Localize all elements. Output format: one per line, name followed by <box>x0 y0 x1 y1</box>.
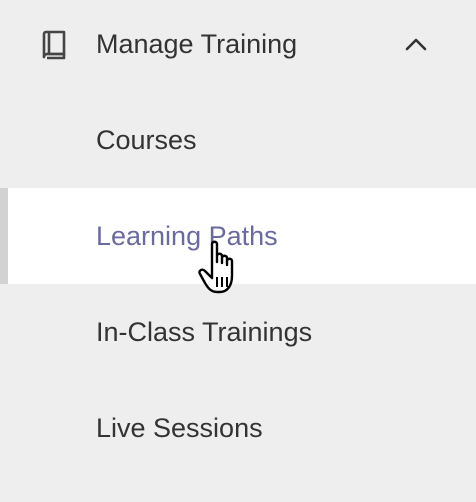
nav-item-label: Live Sessions <box>96 413 263 443</box>
nav-item-label: Courses <box>96 125 197 155</box>
active-indicator <box>0 188 8 284</box>
book-icon <box>42 30 66 60</box>
chevron-up-icon[interactable] <box>402 32 430 56</box>
nav-item-label: Learning Paths <box>96 221 278 251</box>
manage-training-toggle[interactable]: Manage Training <box>0 0 476 92</box>
section-title: Manage Training <box>96 29 298 59</box>
nav-item-courses[interactable]: Courses <box>0 92 476 188</box>
nav-item-live-sessions[interactable]: Live Sessions <box>0 380 476 476</box>
nav-item-label: In-Class Trainings <box>96 317 313 347</box>
sidebar-nav: Manage Training Courses Learning Paths I… <box>0 0 476 502</box>
nav-item-learning-paths[interactable]: Learning Paths <box>0 188 476 284</box>
nav-item-in-class-trainings[interactable]: In-Class Trainings <box>0 284 476 380</box>
